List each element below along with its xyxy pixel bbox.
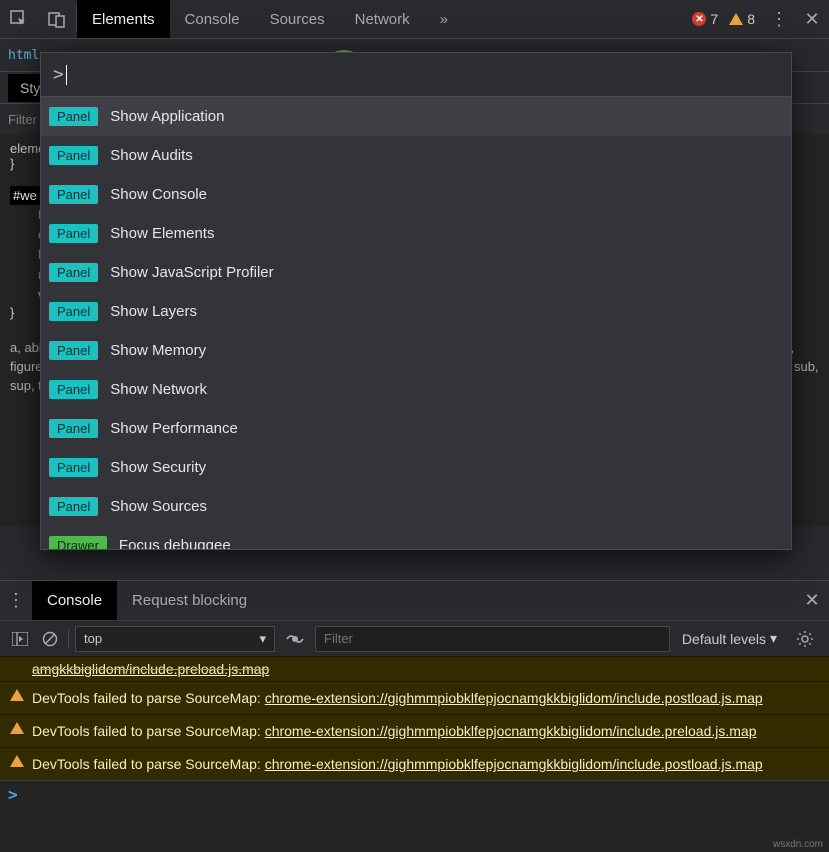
- warning-count[interactable]: 8: [725, 11, 759, 27]
- warning-icon: [10, 755, 24, 767]
- warning-text: DevTools failed to parse SourceMap:: [32, 723, 265, 739]
- filter-label[interactable]: Filter: [8, 112, 37, 127]
- palette-item[interactable]: Panel Show Memory: [41, 331, 791, 370]
- warning-icon: [10, 722, 24, 734]
- panel-tabs: Elements Console Sources Network »: [77, 0, 463, 38]
- warning-text: DevTools failed to parse SourceMap:: [32, 690, 265, 706]
- palette-item[interactable]: Panel Show Elements: [41, 214, 791, 253]
- drawer-menu[interactable]: ⋮: [0, 581, 32, 620]
- levels-value: Default levels: [682, 631, 766, 647]
- console-warning: DevTools failed to parse SourceMap: chro…: [0, 747, 829, 780]
- tab-sources[interactable]: Sources: [255, 0, 340, 38]
- palette-item[interactable]: Panel Show Performance: [41, 409, 791, 448]
- close-devtools[interactable]: ✕: [795, 0, 829, 38]
- warning-icon: [10, 689, 24, 701]
- palette-item-label: Show Performance: [110, 420, 238, 437]
- sourcemap-link[interactable]: chrome-extension://gighmmpiobklfepjocnam…: [265, 756, 763, 772]
- console-prompt[interactable]: >: [0, 780, 829, 808]
- palette-category-pill: Panel: [49, 302, 98, 321]
- clear-console-icon[interactable]: [38, 631, 62, 647]
- tabs-overflow[interactable]: »: [425, 0, 463, 38]
- console-warning: DevTools failed to parse SourceMap: chro…: [0, 714, 829, 747]
- error-count-value: 7: [710, 11, 718, 27]
- command-palette-input[interactable]: [67, 66, 779, 83]
- console-settings-icon[interactable]: [789, 630, 821, 648]
- command-palette-input-row: >: [41, 53, 791, 97]
- error-count[interactable]: ✕ 7: [688, 11, 722, 27]
- palette-item-label: Show Memory: [110, 342, 206, 359]
- palette-category-pill: Panel: [49, 146, 98, 165]
- palette-category-pill: Panel: [49, 107, 98, 126]
- palette-category-pill: Panel: [49, 185, 98, 204]
- console-output: amgkkbiglidom/include.preload.js.map Dev…: [0, 656, 829, 852]
- palette-prompt-glyph: >: [53, 64, 64, 85]
- status-counts[interactable]: ✕ 7 8: [688, 0, 763, 38]
- sourcemap-link[interactable]: chrome-extension://gighmmpiobklfepjocnam…: [265, 690, 763, 706]
- palette-category-pill: Panel: [49, 419, 98, 438]
- tab-elements[interactable]: Elements: [77, 0, 170, 38]
- console-sidebar-toggle-icon[interactable]: [8, 632, 32, 646]
- console-controls: top ▾ Default levels ▾: [0, 620, 829, 656]
- live-expression-icon[interactable]: [281, 632, 309, 646]
- palette-item-label: Show JavaScript Profiler: [110, 264, 273, 281]
- corner-watermark: wsxdn.com: [773, 839, 823, 850]
- error-icon: ✕: [692, 12, 706, 26]
- palette-item[interactable]: Panel Show Layers: [41, 292, 791, 331]
- console-warning-truncated: amgkkbiglidom/include.preload.js.map: [0, 656, 829, 681]
- palette-category-pill: Panel: [49, 380, 98, 399]
- command-palette-list: PanelShow ApplicationPanelShow AuditsPan…: [41, 97, 791, 549]
- dropdown-caret-icon: ▾: [259, 631, 266, 647]
- palette-item-label: Show Application: [110, 108, 224, 125]
- palette-item[interactable]: Panel Show Network: [41, 370, 791, 409]
- sourcemap-link[interactable]: chrome-extension://gighmmpiobklfepjocnam…: [265, 723, 757, 739]
- warning-count-value: 8: [747, 11, 755, 27]
- palette-item[interactable]: Panel Show Console: [41, 175, 791, 214]
- palette-category-pill: Panel: [49, 458, 98, 477]
- warning-text: DevTools failed to parse SourceMap:: [32, 756, 265, 772]
- palette-item[interactable]: Drawer Focus debuggee: [41, 526, 791, 549]
- palette-category-pill: Panel: [49, 341, 98, 360]
- tab-console[interactable]: Console: [170, 0, 255, 38]
- drawer-close[interactable]: ✕: [795, 581, 829, 620]
- device-toolbar-icon[interactable]: [38, 0, 76, 38]
- drawer-tab-request-blocking[interactable]: Request blocking: [117, 581, 262, 620]
- palette-item[interactable]: Panel Show Security: [41, 448, 791, 487]
- drawer-tabbar: ⋮ Console Request blocking ✕: [0, 580, 829, 620]
- palette-item-label: Show Network: [110, 381, 207, 398]
- palette-item[interactable]: Panel Show Sources: [41, 487, 791, 526]
- palette-item-label: Show Console: [110, 186, 207, 203]
- palette-item-label: Show Audits: [110, 147, 193, 164]
- tab-network[interactable]: Network: [340, 0, 425, 38]
- warning-icon: [729, 13, 743, 25]
- inspect-element-icon[interactable]: [0, 0, 38, 38]
- drawer-tab-console[interactable]: Console: [32, 581, 117, 620]
- palette-item-label: Show Security: [110, 459, 206, 476]
- palette-item[interactable]: Panel Show Application: [41, 97, 791, 136]
- palette-category-pill: Panel: [49, 224, 98, 243]
- palette-item-label: Show Elements: [110, 225, 214, 242]
- palette-item-label: Focus debuggee: [119, 537, 231, 549]
- palette-category-pill: Panel: [49, 497, 98, 516]
- log-levels-select[interactable]: Default levels ▾: [676, 630, 783, 647]
- palette-item-label: Show Layers: [110, 303, 197, 320]
- console-filter-input[interactable]: [315, 626, 670, 652]
- command-palette: > PanelShow ApplicationPanelShow AuditsP…: [40, 52, 792, 550]
- execution-context-select[interactable]: top ▾: [75, 626, 275, 652]
- context-value: top: [84, 631, 102, 646]
- palette-category-pill: Drawer: [49, 536, 107, 549]
- dropdown-caret-icon: ▾: [770, 630, 777, 647]
- sourcemap-link[interactable]: amgkkbiglidom/include.preload.js.map: [32, 661, 269, 677]
- palette-item[interactable]: Panel Show Audits: [41, 136, 791, 175]
- palette-item[interactable]: Panel Show JavaScript Profiler: [41, 253, 791, 292]
- palette-category-pill: Panel: [49, 263, 98, 282]
- devtools-topbar: Elements Console Sources Network » ✕ 7 8…: [0, 0, 829, 39]
- palette-item-label: Show Sources: [110, 498, 207, 515]
- settings-menu[interactable]: ⋮: [763, 0, 795, 38]
- console-warning: DevTools failed to parse SourceMap: chro…: [0, 681, 829, 714]
